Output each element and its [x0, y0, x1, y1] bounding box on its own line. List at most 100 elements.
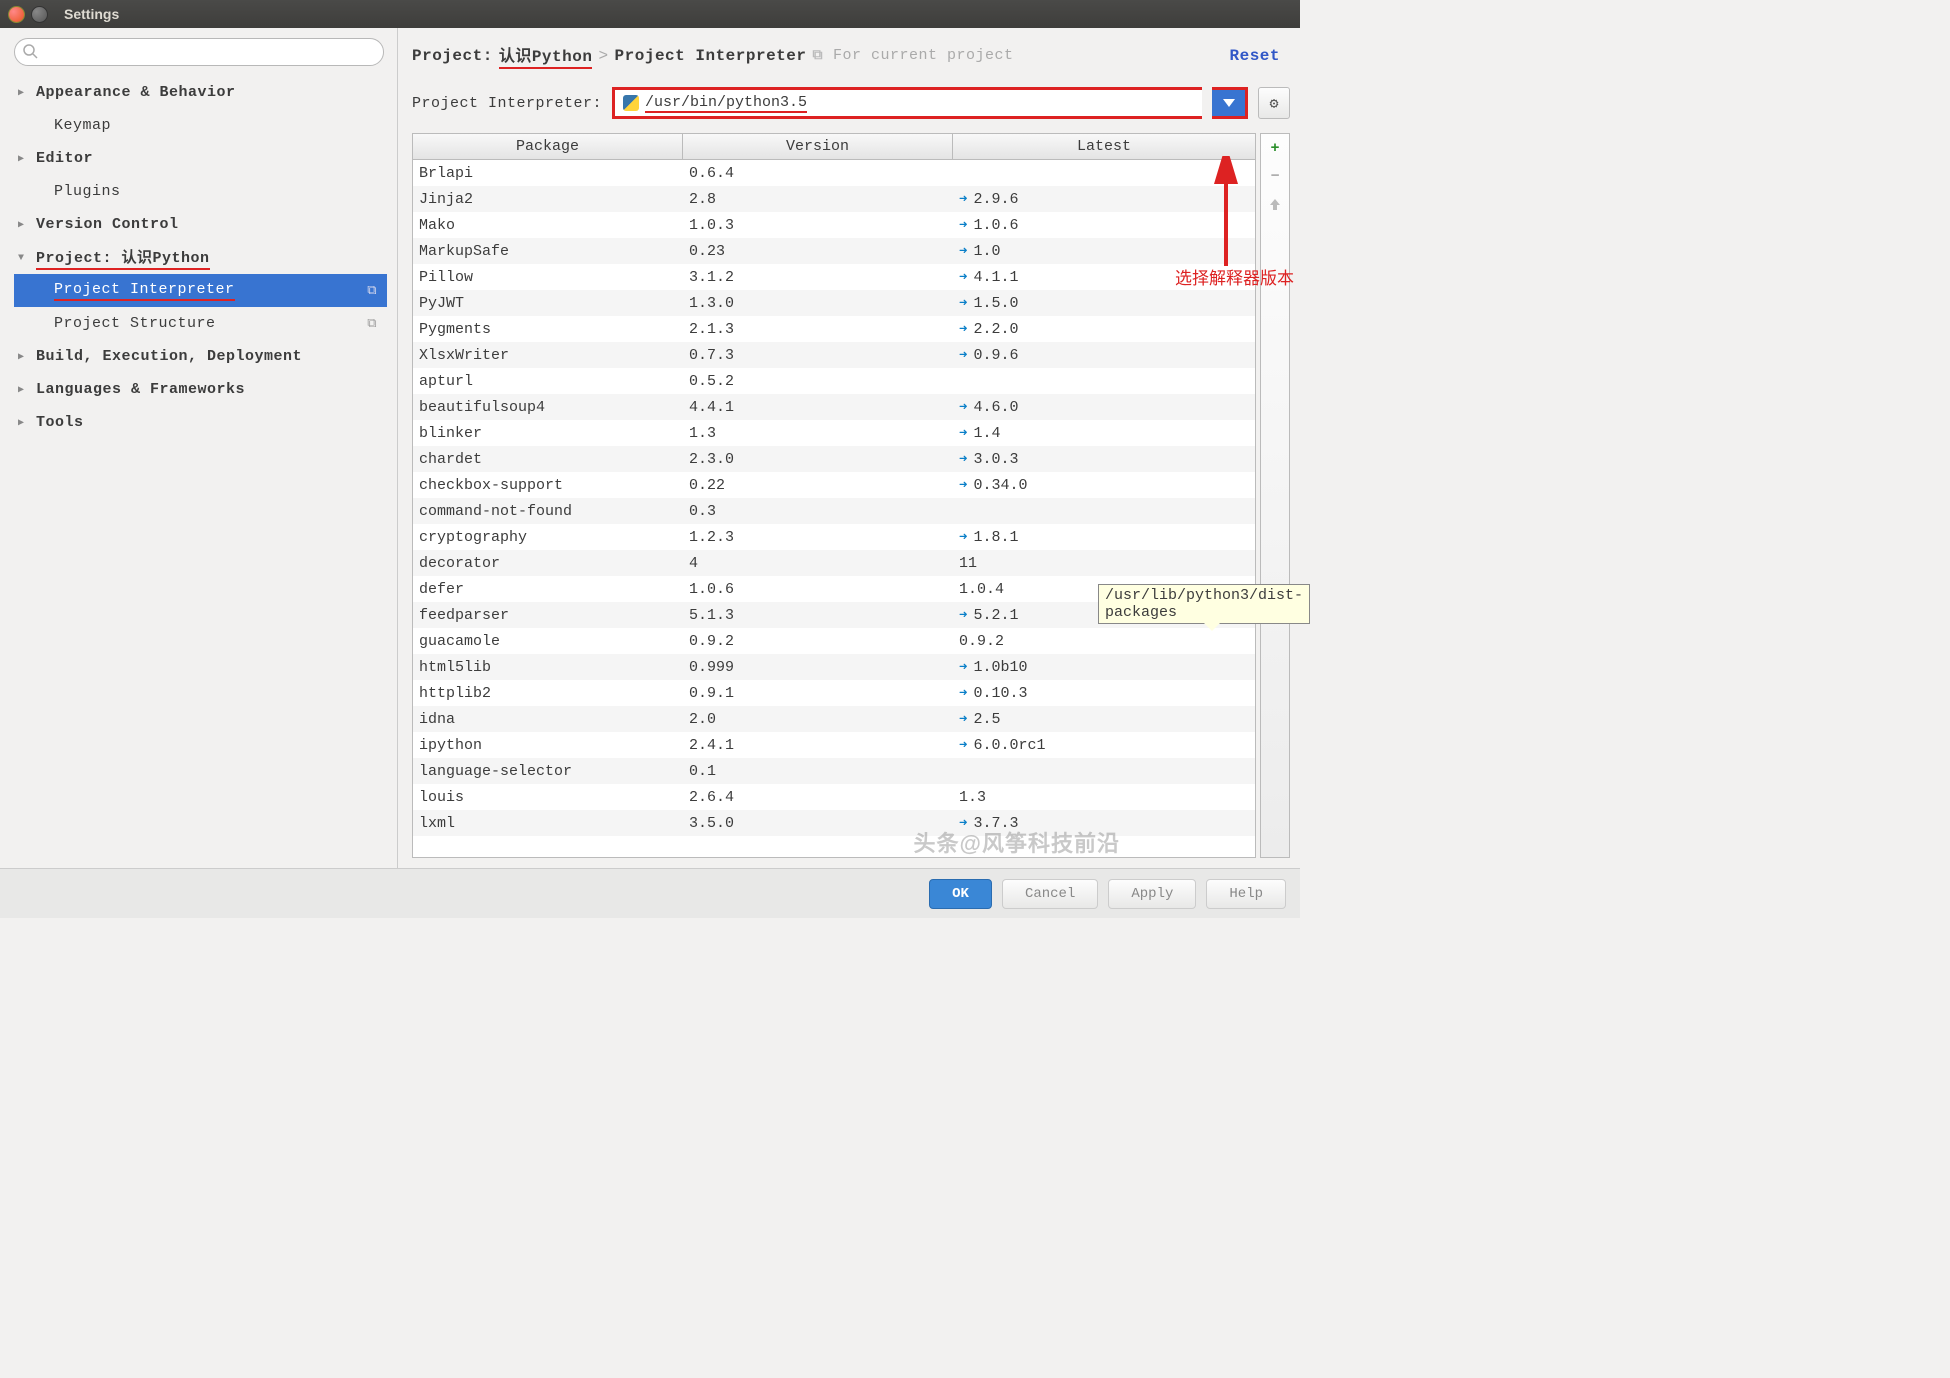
cell-package: louis — [413, 789, 683, 806]
copy-icon: ⧉ — [812, 48, 823, 64]
sidebar-item[interactable]: Editor — [14, 142, 387, 175]
sidebar-item-label: Keymap — [54, 117, 111, 134]
add-package-button[interactable]: + — [1265, 138, 1285, 158]
cell-package: guacamole — [413, 633, 683, 650]
chevron-right-icon — [18, 87, 32, 99]
upgrade-arrow-icon: ➜ — [959, 451, 967, 468]
sidebar-item[interactable]: Project: 认识Python — [14, 241, 387, 274]
upgrade-arrow-icon: ➜ — [959, 711, 967, 728]
sidebar-item[interactable]: Keymap — [14, 109, 387, 142]
table-row[interactable]: apturl0.5.2 — [413, 368, 1255, 394]
table-row[interactable]: html5lib0.999➜1.0b10 — [413, 654, 1255, 680]
cell-package: idna — [413, 711, 683, 728]
apply-button[interactable]: Apply — [1108, 879, 1196, 909]
breadcrumb-page: Project Interpreter — [615, 47, 807, 65]
cell-latest: ➜3.0.3 — [953, 451, 1255, 468]
sidebar-item[interactable]: Plugins — [14, 175, 387, 208]
cell-version: 4 — [683, 555, 953, 572]
table-row[interactable]: PyJWT1.3.0➜1.5.0 — [413, 290, 1255, 316]
cell-package: beautifulsoup4 — [413, 399, 683, 416]
breadcrumb-project-label: Project: — [412, 47, 493, 65]
ok-button[interactable]: OK — [929, 879, 992, 909]
interpreter-settings-button[interactable]: ⚙ — [1258, 87, 1290, 119]
cell-package: Jinja2 — [413, 191, 683, 208]
sidebar-item[interactable]: Project Structure ⧉ — [14, 307, 387, 340]
cell-version: 0.9.1 — [683, 685, 953, 702]
table-row[interactable]: Mako1.0.3➜1.0.6 — [413, 212, 1255, 238]
interpreter-select[interactable]: /usr/bin/python3.5 — [612, 87, 1202, 119]
table-row[interactable]: Brlapi0.6.4 — [413, 160, 1255, 186]
header-version[interactable]: Version — [683, 134, 953, 159]
header-latest[interactable]: Latest — [953, 134, 1255, 159]
interpreter-dropdown-button[interactable] — [1212, 87, 1248, 119]
cell-package: html5lib — [413, 659, 683, 676]
table-row[interactable]: louis2.6.41.3 — [413, 784, 1255, 810]
table-row[interactable]: chardet2.3.0➜3.0.3 — [413, 446, 1255, 472]
chevron-right-icon — [18, 153, 32, 165]
cell-package: feedparser — [413, 607, 683, 624]
cell-package: blinker — [413, 425, 683, 442]
table-row[interactable]: Pygments2.1.3➜2.2.0 — [413, 316, 1255, 342]
upgrade-arrow-icon: ➜ — [959, 685, 967, 702]
cell-version: 3.5.0 — [683, 815, 953, 832]
table-row[interactable]: beautifulsoup44.4.1➜4.6.0 — [413, 394, 1255, 420]
sidebar-item[interactable]: Languages & Frameworks — [14, 373, 387, 406]
table-row[interactable]: decorator411 — [413, 550, 1255, 576]
cell-latest: ➜0.9.6 — [953, 347, 1255, 364]
cell-latest: ➜2.2.0 — [953, 321, 1255, 338]
sidebar-item-label: Project Structure — [54, 315, 216, 332]
cell-package: MarkupSafe — [413, 243, 683, 260]
cell-package: Pygments — [413, 321, 683, 338]
sidebar-item[interactable]: Version Control — [14, 208, 387, 241]
copy-icon: ⧉ — [367, 316, 377, 331]
minimize-icon[interactable] — [31, 6, 48, 23]
cell-version: 2.0 — [683, 711, 953, 728]
cell-package: command-not-found — [413, 503, 683, 520]
cell-package: lxml — [413, 815, 683, 832]
table-row[interactable]: MarkupSafe0.23➜1.0 — [413, 238, 1255, 264]
upgrade-package-button[interactable] — [1265, 194, 1285, 214]
table-row[interactable]: lxml3.5.0➜3.7.3 — [413, 810, 1255, 836]
table-row[interactable]: Jinja22.8➜2.9.6 — [413, 186, 1255, 212]
cell-version: 0.3 — [683, 503, 953, 520]
table-row[interactable]: blinker1.3➜1.4 — [413, 420, 1255, 446]
chevron-right-icon — [18, 351, 32, 363]
sidebar-item[interactable]: Build, Execution, Deployment — [14, 340, 387, 373]
header-package[interactable]: Package — [413, 134, 683, 159]
table-row[interactable]: Pillow3.1.2➜4.1.1 — [413, 264, 1255, 290]
sidebar-item-label: Project: 认识Python — [36, 246, 210, 270]
cell-package: checkbox-support — [413, 477, 683, 494]
cell-package: httplib2 — [413, 685, 683, 702]
breadcrumb-scope: For current project — [833, 47, 1014, 64]
table-row[interactable]: idna2.0➜2.5 — [413, 706, 1255, 732]
cell-latest: ➜6.0.0rc1 — [953, 737, 1255, 754]
reset-link[interactable]: Reset — [1229, 47, 1280, 65]
cell-version: 1.0.3 — [683, 217, 953, 234]
help-button[interactable]: Help — [1206, 879, 1286, 909]
table-row[interactable]: command-not-found0.3 — [413, 498, 1255, 524]
table-row[interactable]: ipython2.4.1➜6.0.0rc1 — [413, 732, 1255, 758]
sidebar-item[interactable]: Appearance & Behavior — [14, 76, 387, 109]
cell-version: 0.23 — [683, 243, 953, 260]
breadcrumb: Project: 认识Python > Project Interpreter … — [412, 42, 1290, 69]
search-input[interactable] — [14, 38, 384, 66]
table-row[interactable]: XlsxWriter0.7.3➜0.9.6 — [413, 342, 1255, 368]
cancel-button[interactable]: Cancel — [1002, 879, 1098, 909]
remove-package-button[interactable]: − — [1265, 166, 1285, 186]
table-row[interactable]: checkbox-support0.22➜0.34.0 — [413, 472, 1255, 498]
packages-table: Package Version Latest Brlapi0.6.4Jinja2… — [412, 133, 1256, 858]
sidebar-item-label: Version Control — [36, 216, 179, 233]
table-row[interactable]: cryptography1.2.3➜1.8.1 — [413, 524, 1255, 550]
cell-version: 3.1.2 — [683, 269, 953, 286]
window-title: Settings — [64, 6, 119, 22]
table-row[interactable]: httplib20.9.1➜0.10.3 — [413, 680, 1255, 706]
sidebar-item[interactable]: Project Interpreter⧉ — [14, 274, 387, 307]
close-icon[interactable] — [8, 6, 25, 23]
upgrade-arrow-icon: ➜ — [959, 659, 967, 676]
table-row[interactable]: language-selector0.1 — [413, 758, 1255, 784]
path-tooltip: /usr/lib/python3/dist-packages — [1098, 584, 1310, 624]
table-row[interactable]: guacamole0.9.20.9.2 — [413, 628, 1255, 654]
sidebar-item[interactable]: Tools — [14, 406, 387, 439]
cell-package: Brlapi — [413, 165, 683, 182]
cell-version: 4.4.1 — [683, 399, 953, 416]
